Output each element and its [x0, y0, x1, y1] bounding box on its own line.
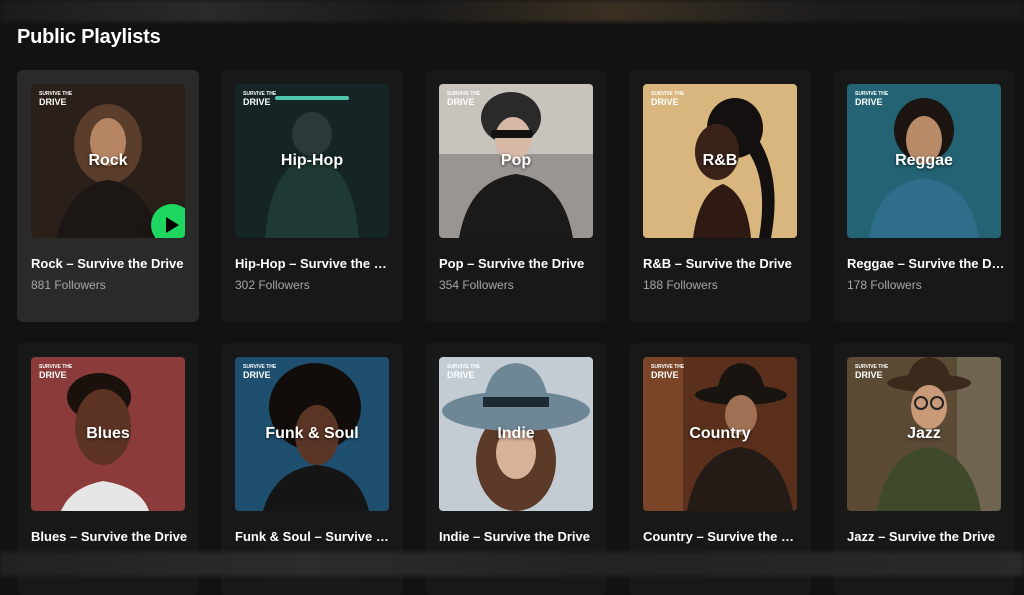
playlist-title[interactable]: Jazz – Survive the Drive: [847, 529, 1005, 544]
playlist-title[interactable]: R&B – Survive the Drive: [643, 256, 801, 271]
playlist-cover[interactable]: SURVIVE THE DRIVE Indie: [439, 357, 593, 511]
playlist-title[interactable]: Indie – Survive the Drive: [439, 529, 597, 544]
playlist-title[interactable]: Rock – Survive the Drive: [31, 256, 189, 271]
play-icon: [166, 217, 179, 233]
playlist-cover[interactable]: SURVIVE THE DRIVE Country: [643, 357, 797, 511]
cover-genre-label: Jazz: [907, 425, 941, 442]
playlist-cover[interactable]: SURVIVE THE DRIVE Reggae: [847, 84, 1001, 238]
cover-genre-label: Reggae: [895, 152, 953, 169]
cover-genre-label: Indie: [497, 425, 535, 442]
cover-genre-label: Blues: [86, 425, 130, 442]
playlist-followers: 302 Followers: [235, 278, 310, 292]
playlist-title[interactable]: Country – Survive the Drive: [643, 529, 801, 544]
playlist-cover[interactable]: SURVIVE THE DRIVE Rock: [31, 84, 185, 238]
cover-genre-label: Hip-Hop: [280, 152, 344, 169]
playlist-followers: 178 Followers: [847, 278, 922, 292]
playlist-card-rock[interactable]: SURVIVE THE DRIVE Rock Rock – Survive the…: [17, 70, 199, 322]
playlist-title[interactable]: Hip-Hop – Survive the Drive: [235, 256, 393, 271]
playlist-card-reggae[interactable]: SURVIVE THE DRIVE Reggae Reggae – Survive…: [833, 70, 1015, 322]
playlist-cover[interactable]: SURVIVE THE DRIVE Funk & Soul: [235, 357, 389, 511]
cover-genre-label: Country: [689, 425, 751, 442]
playlist-title[interactable]: Funk & Soul – Survive the Drive: [235, 529, 393, 544]
playlist-cover[interactable]: SURVIVE THE DRIVE Hip-Hop: [235, 84, 389, 238]
playlist-title[interactable]: Reggae – Survive the Drive: [847, 256, 1005, 271]
cover-genre-label: Pop: [500, 152, 532, 169]
cover-genre-label: R&B: [702, 152, 738, 169]
playlist-cover[interactable]: SURVIVE THE DRIVE R&B: [643, 84, 797, 238]
cover-genre-label: Funk & Soul: [265, 425, 359, 442]
playlist-title[interactable]: Pop – Survive the Drive: [439, 256, 597, 271]
playlist-card-hip-hop[interactable]: SURVIVE THE DRIVE Hip-Hop Hip-Hop – Survi…: [221, 70, 403, 322]
background-blur-bottom: [0, 552, 1024, 576]
playlist-followers: 881 Followers: [31, 278, 106, 292]
playlist-cover[interactable]: SURVIVE THE DRIVE Jazz: [847, 357, 1001, 511]
playlist-cover[interactable]: SURVIVE THE DRIVE Pop: [439, 84, 593, 238]
playlist-card-rnb[interactable]: SURVIVE THE DRIVE R&B R&B – Survive the D…: [629, 70, 811, 322]
section-title: Public Playlists: [17, 26, 161, 48]
playlist-card-pop[interactable]: SURVIVE THE DRIVE Pop Pop – Survive the D…: [425, 70, 607, 322]
playlist-followers: 188 Followers: [643, 278, 718, 292]
playlist-followers: 354 Followers: [439, 278, 514, 292]
playlist-cover[interactable]: SURVIVE THE DRIVE Blues: [31, 357, 185, 511]
background-blur-top: [0, 0, 1024, 22]
playlist-title[interactable]: Blues – Survive the Drive: [31, 529, 189, 544]
playlist-grid: SURVIVE THE DRIVE Rock Rock – Survive the…: [17, 70, 1015, 595]
